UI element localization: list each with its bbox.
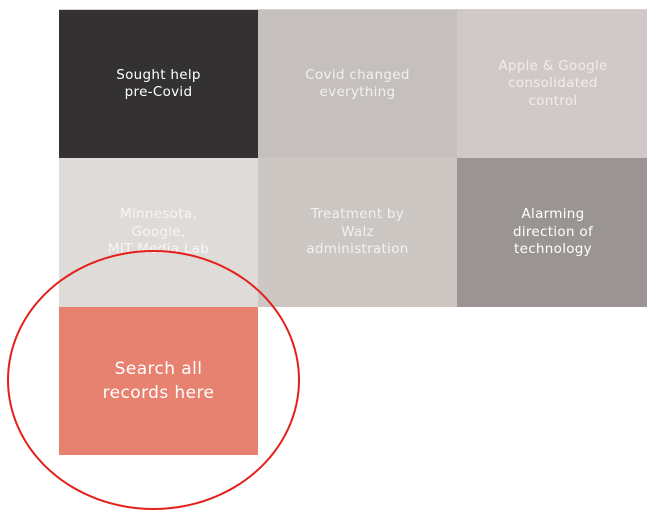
- tile-treatment-by-walz-administration[interactable]: Treatment by Walz administration: [258, 158, 457, 307]
- empty-cell: [457, 307, 647, 455]
- empty-cell: [258, 307, 457, 455]
- tile-sought-help-pre-covid[interactable]: Sought help pre-Covid: [59, 10, 258, 158]
- tile-covid-changed-everything[interactable]: Covid changed everything: [258, 10, 457, 158]
- search-records-tile[interactable]: Search all records here: [59, 307, 258, 455]
- tile-alarming-direction-of-technology[interactable]: Alarming direction of technology: [457, 158, 647, 307]
- topic-tile-grid: Sought help pre-Covid Covid changed ever…: [59, 10, 647, 455]
- tile-apple-google-consolidated-control[interactable]: Apple & Google consolidated control: [457, 10, 647, 158]
- tile-minnesota-google-mit-media-lab[interactable]: Minnesota, Google, MIT Media Lab: [59, 158, 258, 307]
